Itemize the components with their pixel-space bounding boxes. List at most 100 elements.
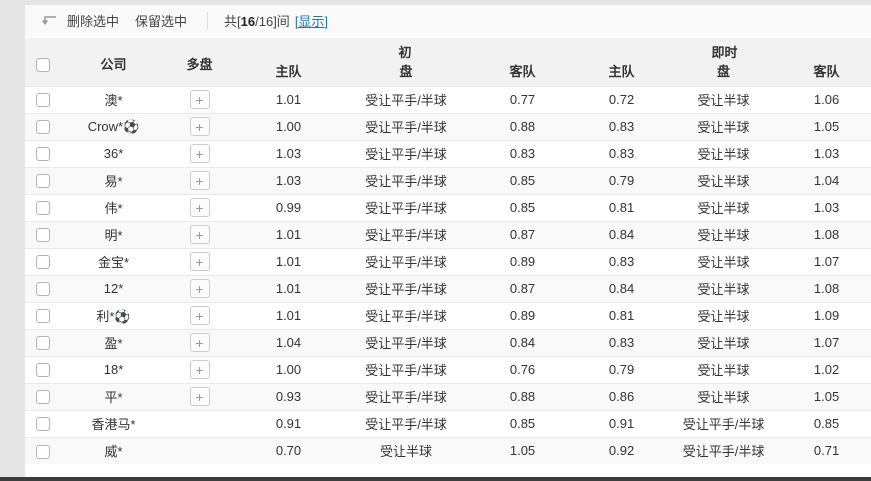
multi-plus-button[interactable]: +	[190, 198, 210, 217]
select-all-checkbox[interactable]	[36, 58, 50, 72]
live-away-odds: 1.07	[782, 329, 871, 356]
multi-plus-button[interactable]: +	[190, 90, 210, 109]
count-selected: 16	[241, 14, 255, 29]
row-checkbox[interactable]	[36, 363, 50, 377]
multi-plus-button[interactable]: +	[190, 252, 210, 271]
initial-away-odds: 0.89	[467, 248, 578, 275]
row-checkbox[interactable]	[36, 93, 50, 107]
company-name: 利*⚽	[60, 302, 167, 329]
row-checkbox[interactable]	[36, 417, 50, 431]
header-live-away: 客队	[782, 61, 871, 86]
live-away-odds: 1.06	[782, 86, 871, 113]
multi-plus-button[interactable]: +	[190, 117, 210, 136]
row-checkbox[interactable]	[36, 255, 50, 269]
table-row: 利*⚽ + 1.01 受让平手/半球 0.89 0.81 受让半球 1.09	[25, 302, 871, 329]
table-row: 易* + 1.03 受让平手/半球 0.85 0.79 受让半球 1.04	[25, 167, 871, 194]
header-live-handicap: 盘	[665, 61, 782, 86]
initial-handicap: 受让平手/半球	[345, 248, 467, 275]
row-checkbox[interactable]	[36, 147, 50, 161]
initial-away-odds: 1.05	[467, 437, 578, 464]
table-row: 平* + 0.93 受让平手/半球 0.88 0.86 受让半球 1.05	[25, 383, 871, 410]
initial-home-odds: 1.01	[232, 248, 345, 275]
keep-selected-button[interactable]: 保留选中	[135, 11, 187, 30]
row-checkbox[interactable]	[36, 390, 50, 404]
multi-plus-button[interactable]: +	[190, 225, 210, 244]
live-away-odds: 1.08	[782, 221, 871, 248]
toolbar: 删除选中 保留选中 共[16/16]间 [显示]	[25, 5, 871, 36]
multi-plus-button[interactable]: +	[190, 333, 210, 352]
row-checkbox[interactable]	[36, 282, 50, 296]
initial-home-odds: 0.99	[232, 194, 345, 221]
delete-selected-button[interactable]: 删除选中	[67, 11, 119, 30]
row-checkbox-cell	[25, 140, 60, 167]
header-multi: 多盘	[167, 38, 232, 86]
table-row: Crow*⚽ + 1.00 受让平手/半球 0.88 0.83 受让半球 1.0…	[25, 113, 871, 140]
live-away-odds: 1.05	[782, 383, 871, 410]
initial-handicap: 受让平手/半球	[345, 113, 467, 140]
corner-arrow-icon	[39, 14, 57, 27]
multi-cell: +	[167, 167, 232, 194]
initial-away-odds: 0.76	[467, 356, 578, 383]
initial-away-odds: 0.87	[467, 221, 578, 248]
header-initial-handicap: 盘	[345, 61, 467, 86]
live-away-odds: 1.07	[782, 248, 871, 275]
row-checkbox[interactable]	[36, 309, 50, 323]
multi-plus-button[interactable]: +	[190, 387, 210, 406]
multi-plus-button[interactable]: +	[190, 171, 210, 190]
live-handicap: 受让半球	[665, 140, 782, 167]
multi-plus-button[interactable]: +	[190, 306, 210, 325]
company-name: 澳*	[60, 86, 167, 113]
row-checkbox[interactable]	[36, 201, 50, 215]
row-checkbox-cell	[25, 86, 60, 113]
company-name: 香港马*	[60, 410, 167, 437]
row-checkbox-cell	[25, 410, 60, 437]
row-checkbox[interactable]	[36, 120, 50, 134]
live-home-odds: 0.81	[578, 194, 665, 221]
multi-cell: +	[167, 248, 232, 275]
table-body: 澳* + 1.01 受让平手/半球 0.77 0.72 受让半球 1.06 Cr…	[25, 86, 871, 464]
multi-plus-button[interactable]: +	[190, 279, 210, 298]
table-row: 18* + 1.00 受让平手/半球 0.76 0.79 受让半球 1.02	[25, 356, 871, 383]
live-home-odds: 0.84	[578, 221, 665, 248]
initial-handicap: 受让平手/半球	[345, 275, 467, 302]
initial-handicap: 受让平手/半球	[345, 221, 467, 248]
table-row: 威* + 0.70 受让半球 1.05 0.92 受让平手/半球 0.71	[25, 437, 871, 464]
live-home-odds: 0.81	[578, 302, 665, 329]
company-name: 平*	[60, 383, 167, 410]
multi-plus-button[interactable]: +	[190, 360, 210, 379]
multi-plus-button[interactable]: +	[190, 144, 210, 163]
company-name: 明*	[60, 221, 167, 248]
live-away-odds: 1.04	[782, 167, 871, 194]
initial-handicap: 受让半球	[345, 437, 467, 464]
table-row: 香港马* + 0.91 受让平手/半球 0.85 0.91 受让平手/半球 0.…	[25, 410, 871, 437]
live-handicap: 受让半球	[665, 302, 782, 329]
show-link[interactable]: [显示]	[295, 11, 328, 30]
row-checkbox[interactable]	[36, 228, 50, 242]
row-checkbox-cell	[25, 437, 60, 464]
odds-panel: 删除选中 保留选中 共[16/16]间 [显示] 公司 多盘 初 即时 主队 盘…	[25, 5, 871, 481]
initial-away-odds: 0.77	[467, 86, 578, 113]
table-row: 12* + 1.01 受让平手/半球 0.87 0.84 受让半球 1.08	[25, 275, 871, 302]
multi-cell: +	[167, 356, 232, 383]
live-home-odds: 0.86	[578, 383, 665, 410]
initial-away-odds: 0.88	[467, 383, 578, 410]
row-checkbox[interactable]	[36, 445, 50, 459]
initial-handicap: 受让平手/半球	[345, 410, 467, 437]
live-home-odds: 0.83	[578, 329, 665, 356]
initial-handicap: 受让平手/半球	[345, 302, 467, 329]
row-checkbox[interactable]	[36, 174, 50, 188]
initial-away-odds: 0.83	[467, 140, 578, 167]
multi-cell: +	[167, 329, 232, 356]
live-away-odds: 1.03	[782, 194, 871, 221]
company-name: 18*	[60, 356, 167, 383]
live-away-odds: 1.05	[782, 113, 871, 140]
initial-handicap: 受让平手/半球	[345, 140, 467, 167]
live-home-odds: 0.79	[578, 167, 665, 194]
initial-handicap: 受让平手/半球	[345, 356, 467, 383]
initial-handicap: 受让平手/半球	[345, 383, 467, 410]
initial-handicap: 受让平手/半球	[345, 329, 467, 356]
header-live-group: 即时	[578, 38, 871, 61]
row-checkbox[interactable]	[36, 336, 50, 350]
live-home-odds: 0.79	[578, 356, 665, 383]
live-handicap: 受让半球	[665, 248, 782, 275]
